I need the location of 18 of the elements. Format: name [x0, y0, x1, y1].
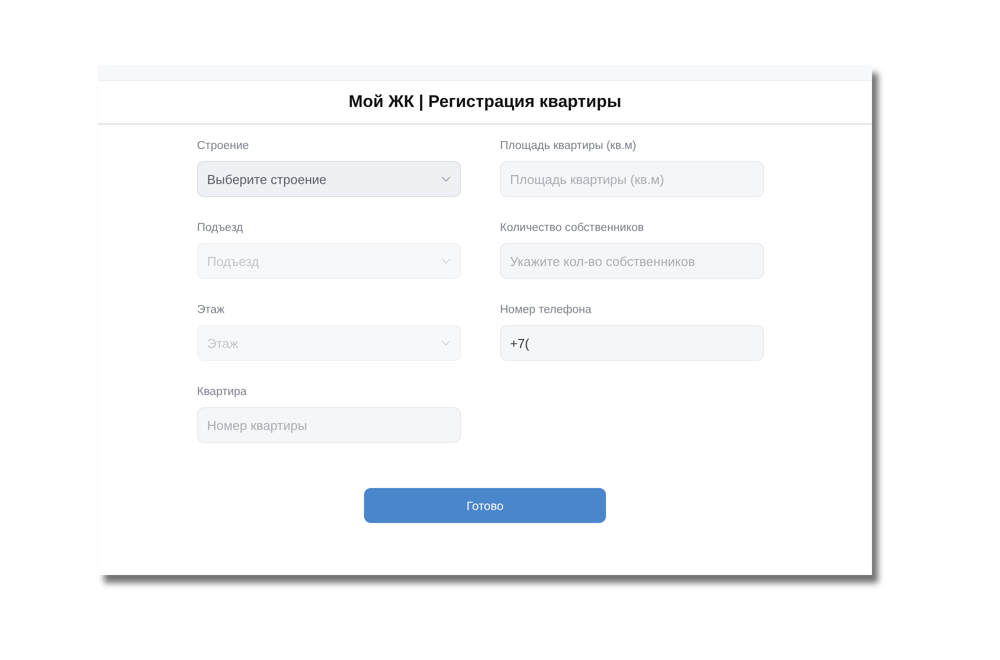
chevron-down-icon [441, 176, 451, 182]
input-field[interactable]: Укажите кол-во собственников [500, 243, 764, 279]
field-label: Количество собственников [500, 221, 645, 235]
field-label: Подъезд [197, 221, 244, 235]
field-label: Строение [197, 139, 250, 153]
chevron-down-icon [441, 340, 451, 346]
input-field[interactable]: Площадь квартиры (кв.м) [500, 161, 764, 197]
input-field[interactable]: +7( [500, 325, 764, 361]
field-label: Площадь квартиры (кв.м) [500, 139, 638, 153]
input-field[interactable]: Номер квартиры [197, 407, 461, 443]
field-label: Этаж [197, 303, 226, 317]
field-label: Номер телефона [500, 303, 592, 317]
window-title: Мой ЖК | Регистрация квартиры [348, 92, 622, 112]
field-label: Квартира [197, 385, 248, 399]
submit-button[interactable]: Готово [364, 488, 606, 523]
select-placeholder: Выберите строение [207, 172, 327, 186]
chevron-down-icon [441, 258, 451, 264]
select-field[interactable]: Выберите строение [197, 161, 461, 197]
